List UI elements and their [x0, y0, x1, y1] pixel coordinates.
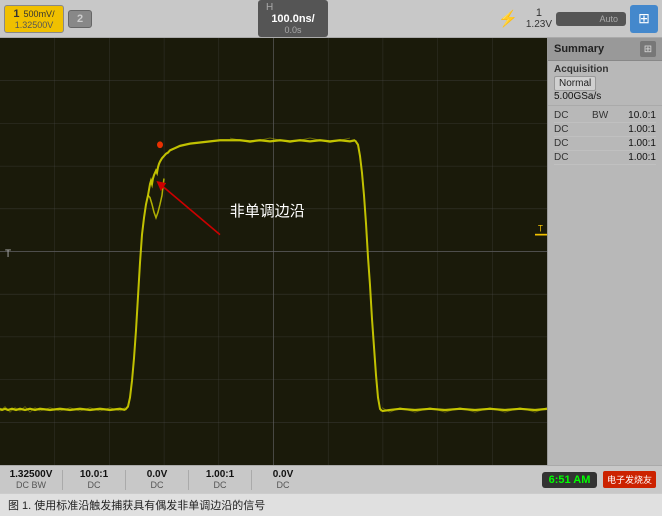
- channel1-button[interactable]: 1 500mV/ 1.32500V: [4, 5, 64, 33]
- screen-button[interactable]: ⊞: [630, 5, 658, 33]
- side-panel: Summary ⊞ Acquisition Normal 5.00GSa/s D…: [547, 38, 662, 465]
- channel-row-1: DC BW 10.0:1: [554, 109, 656, 123]
- bottom-label-2: DC: [88, 480, 101, 490]
- trigger-section: Auto: [556, 12, 626, 26]
- bottom-item-3: 0.0V DC: [132, 469, 182, 490]
- bottom-label-5: DC: [277, 480, 290, 490]
- channel1-offset: 1.32500V: [15, 20, 54, 30]
- side-panel-icon[interactable]: ⊞: [640, 41, 656, 57]
- acquisition-section: Acquisition Normal 5.00GSa/s: [548, 61, 662, 106]
- acquisition-label: Acquisition: [554, 64, 656, 75]
- lightning-icon: ⚡: [494, 9, 522, 29]
- bottom-label-1: DC BW: [16, 480, 46, 490]
- time-section: H 100.0ns/ 0.0s: [258, 0, 328, 37]
- annotation: 非单调边沿: [230, 200, 305, 221]
- channel1-number: 1: [13, 8, 19, 20]
- separator-1: [62, 470, 63, 490]
- ch3-label: DC: [554, 138, 572, 149]
- scope-display: T T 非单调边沿: [0, 38, 547, 465]
- main-content: T T 非单调边沿 Summary ⊞ Acquisition: [0, 38, 662, 465]
- top-toolbar: 1 500mV/ 1.32500V 2 H 100.0ns/ 0.0s ⚡ 1 …: [0, 0, 662, 38]
- separator-3: [188, 470, 189, 490]
- separator-2: [125, 470, 126, 490]
- bottom-bar: 1.32500V DC BW 10.0:1 DC 0.0V DC 1.00:1 …: [0, 465, 662, 493]
- ch1-label: DC: [554, 110, 572, 121]
- bottom-label-4: DC: [214, 480, 227, 490]
- trigger-number: 1: [536, 7, 542, 19]
- bottom-val-3: 0.0V: [147, 469, 168, 480]
- bottom-item-4: 1.00:1 DC: [195, 469, 245, 490]
- channel-row-2: DC 1.00:1: [554, 123, 656, 137]
- annotation-text: 非单调边沿: [230, 203, 305, 220]
- channel-row-3: DC 1.00:1: [554, 137, 656, 151]
- side-panel-header: Summary ⊞: [548, 38, 662, 61]
- time-value: 100.0ns/: [271, 13, 314, 25]
- waveform-svg: T T: [0, 38, 547, 465]
- bottom-label-3: DC: [151, 480, 164, 490]
- caption-bar: 图 1. 使用标准沿触发捕获具有偶发非单调边沿的信号: [0, 493, 662, 516]
- ch1-type: BW: [592, 110, 608, 121]
- ch2-label: DC: [554, 124, 572, 135]
- acquisition-rate: 5.00GSa/s: [554, 91, 656, 102]
- bottom-item-1: 1.32500V DC BW: [6, 469, 56, 490]
- channels-section: DC BW 10.0:1 DC 1.00:1 DC 1.00:1 DC: [548, 106, 662, 168]
- bottom-item-2: 10.0:1 DC: [69, 469, 119, 490]
- elecfans-logo: 电子发烧友: [603, 471, 656, 488]
- bottom-val-5: 0.0V: [273, 469, 294, 480]
- summary-title: Summary: [554, 43, 604, 55]
- bottom-item-5: 0.0V DC: [258, 469, 308, 490]
- channel2-button[interactable]: 2: [68, 10, 92, 28]
- bottom-val-4: 1.00:1: [206, 469, 234, 480]
- bottom-val-1: 1.32500V: [10, 469, 53, 480]
- bottom-val-2: 10.0:1: [80, 469, 108, 480]
- normal-badge: Normal: [554, 76, 596, 91]
- time-display: 6:51 AM: [542, 472, 597, 488]
- svg-text:T: T: [5, 248, 12, 261]
- ch1-val: 10.0:1: [628, 110, 656, 121]
- ch4-label: DC: [554, 152, 572, 163]
- channel2-number: 2: [77, 13, 83, 25]
- main-container: 1 500mV/ 1.32500V 2 H 100.0ns/ 0.0s ⚡ 1 …: [0, 0, 662, 516]
- ch4-val: 1.00:1: [628, 152, 656, 163]
- channel-row-4: DC 1.00:1: [554, 151, 656, 165]
- trigger-mode: Auto: [599, 14, 618, 24]
- separator-4: [251, 470, 252, 490]
- caption-text: 图 1. 使用标准沿触发捕获具有偶发非单调边沿的信号: [8, 500, 265, 512]
- trigger-voltage: 1.23V: [526, 19, 552, 30]
- ch3-val: 1.00:1: [628, 138, 656, 149]
- ch2-val: 1.00:1: [628, 124, 656, 135]
- time-offset: 0.0s: [285, 25, 302, 35]
- svg-text:T: T: [538, 223, 543, 234]
- channel1-voltage: 500mV/: [24, 9, 55, 19]
- time-label: H: [266, 2, 273, 13]
